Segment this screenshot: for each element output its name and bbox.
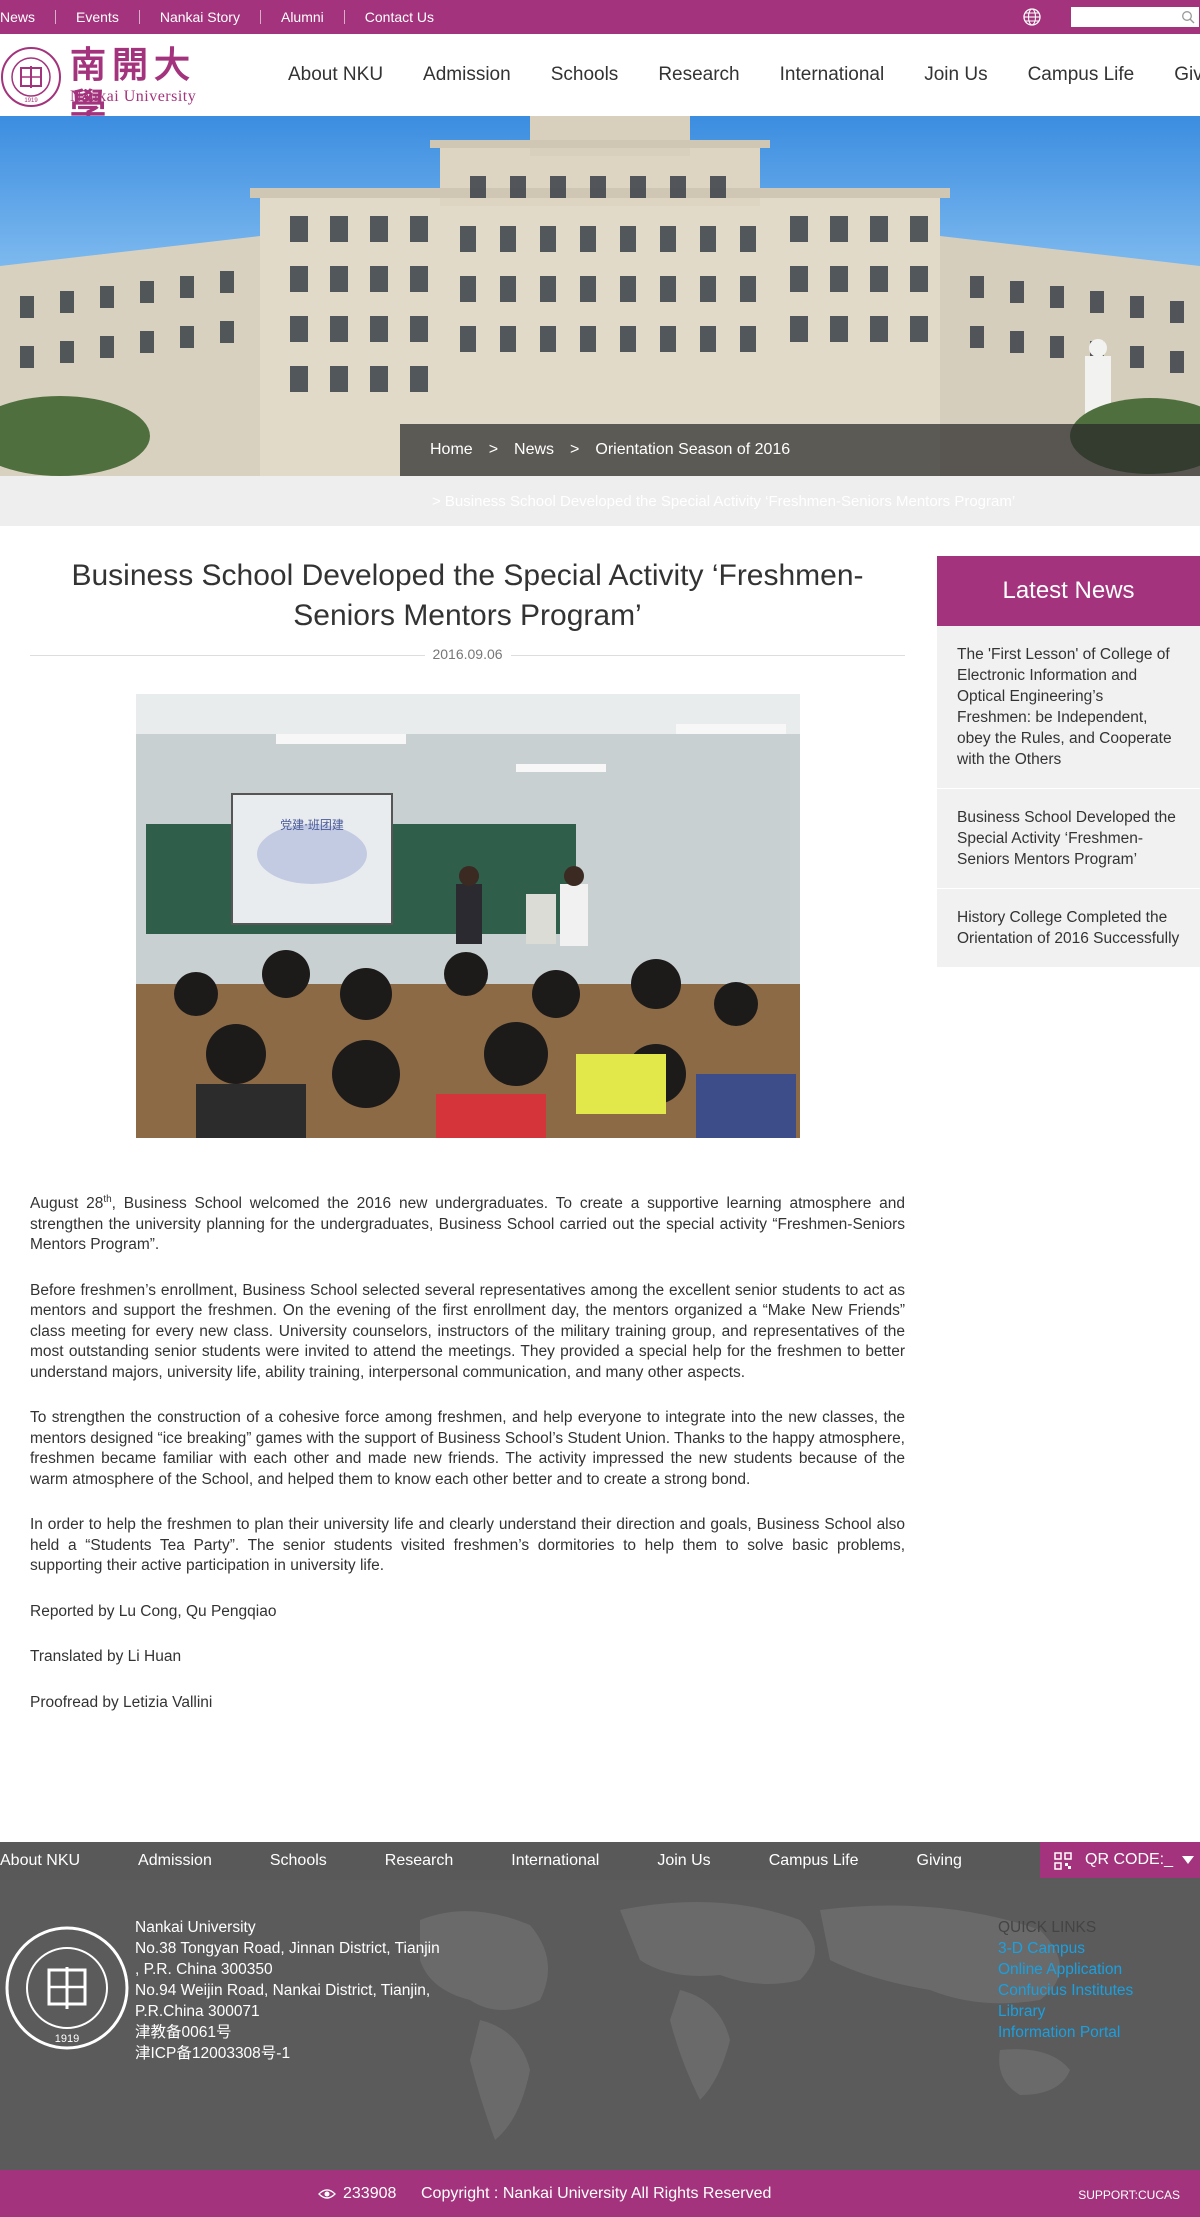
article-paragraph: August 28th, Business School welcomed th… bbox=[30, 1194, 905, 1256]
latest-news-item[interactable]: Business School Developed the Special Ac… bbox=[937, 789, 1200, 889]
breadcrumb: Home > News > Orientation Season of 2016 bbox=[400, 424, 1200, 476]
footer-info: 1919 Nankai University No.38 Tongyan Roa… bbox=[0, 1880, 1200, 2170]
copyright-text: Copyright : Nankai University All Rights… bbox=[421, 2185, 772, 2202]
article-photo: 党建·班团建 bbox=[136, 694, 800, 1138]
quick-link-online-application[interactable]: Online Application bbox=[998, 1959, 1133, 1980]
breadcrumb-current: > Business School Developed the Special … bbox=[432, 493, 1016, 510]
university-seal-logo: 1919 bbox=[1, 47, 61, 107]
article-paragraph: Before freshmen’s enrollment, Business S… bbox=[30, 1281, 905, 1381]
ordinal-suffix: th bbox=[103, 1193, 112, 1205]
article-date: 2016.09.06 bbox=[424, 646, 511, 662]
address-line: No.38 Tongyan Road, Jinnan District, Tia… bbox=[135, 1940, 440, 1957]
quick-link-information-portal[interactable]: Information Portal bbox=[998, 2022, 1133, 2043]
seal-year: 1919 bbox=[24, 98, 38, 104]
nav-giving[interactable]: Giving bbox=[1174, 64, 1200, 86]
paragraph-text: August 28 bbox=[30, 1195, 104, 1212]
footer-seal-year: 1919 bbox=[55, 2033, 79, 2045]
translated-by: Translated by Li Huan bbox=[30, 1648, 182, 1665]
nav-international[interactable]: International bbox=[780, 64, 885, 86]
support-credit[interactable]: SUPPORT:CUCAS bbox=[1078, 2188, 1180, 2202]
article-date-bar: 2016.09.06 bbox=[30, 646, 905, 664]
address-line: 津教备0061号 bbox=[135, 2024, 232, 2041]
article-paragraph: To strengthen the construction of a cohe… bbox=[30, 1409, 905, 1488]
chevron-down-icon bbox=[1182, 1856, 1194, 1864]
reported-by: Reported by Lu Cong, Qu Pengqiao bbox=[30, 1602, 277, 1620]
nav-about-nku[interactable]: About NKU bbox=[288, 64, 383, 86]
quick-link-confucius-institutes[interactable]: Confucius Institutes bbox=[998, 1980, 1133, 2001]
breadcrumb-news[interactable]: News bbox=[514, 441, 554, 459]
qr-code-icon bbox=[1054, 1852, 1072, 1870]
quick-links-title: QUICK LINKS bbox=[998, 1919, 1097, 1936]
footer-nav-giving[interactable]: Giving bbox=[917, 1852, 962, 1870]
address-line: Nankai University bbox=[135, 1919, 256, 1936]
breadcrumb-current-row: > Business School Developed the Special … bbox=[0, 476, 1200, 526]
footer-nav-join-us[interactable]: Join Us bbox=[657, 1852, 710, 1870]
latest-news-title: Latest News bbox=[937, 556, 1200, 626]
campus-building-illustration bbox=[0, 116, 1200, 476]
article-title: Business School Developed the Special Ac… bbox=[71, 559, 864, 632]
paragraph-text: , Business School welcomed the 2016 new … bbox=[30, 1195, 905, 1253]
proofread-by: Proofread by Letizia Vallini bbox=[30, 1693, 213, 1711]
top-link-alumni[interactable]: Alumni bbox=[261, 10, 345, 24]
top-link-contact-us[interactable]: Contact Us bbox=[345, 10, 454, 24]
address-line: 津ICP备12003308号-1 bbox=[135, 2045, 291, 2062]
main-navigation: About NKU Admission Schools Research Int… bbox=[288, 34, 1200, 116]
projector-screen-text: 党建·班团建 bbox=[280, 817, 344, 832]
article-paragraph: In order to help the freshmen to plan th… bbox=[30, 1516, 905, 1574]
footer-nav-campus-life[interactable]: Campus Life bbox=[769, 1852, 859, 1870]
top-links: News Events Nankai Story Alumni Contact … bbox=[0, 0, 454, 34]
footer-nav-admission[interactable]: Admission bbox=[138, 1852, 212, 1870]
qr-code-dropdown[interactable]: QR CODE:_ bbox=[1040, 1842, 1200, 1878]
footer-navigation: About NKU Admission Schools Research Int… bbox=[0, 1842, 1200, 1880]
logo-english-name: Nankai University bbox=[70, 88, 197, 105]
article-body: August 28th, Business School welcomed th… bbox=[30, 1194, 905, 1738]
footer-address: Nankai University No.38 Tongyan Road, Ji… bbox=[135, 1917, 440, 2064]
nav-join-us[interactable]: Join Us bbox=[924, 64, 987, 86]
latest-news-sidebar: Latest News The 'First Lesson' of Colleg… bbox=[937, 556, 1200, 968]
quick-link-3d-campus[interactable]: 3-D Campus bbox=[998, 1938, 1133, 1959]
breadcrumb-separator: > bbox=[488, 441, 499, 458]
top-link-nankai-story[interactable]: Nankai Story bbox=[140, 10, 261, 24]
latest-news-item[interactable]: History College Completed the Orientatio… bbox=[937, 889, 1200, 968]
university-logo[interactable]: 1919 南開大學 Nankai University bbox=[0, 44, 215, 128]
address-line: P.R.China 300071 bbox=[135, 2003, 260, 2020]
nav-admission[interactable]: Admission bbox=[423, 64, 511, 86]
footer-nav-about-nku[interactable]: About NKU bbox=[0, 1852, 80, 1870]
address-line: , P.R. China 300350 bbox=[135, 1961, 273, 1978]
search-input[interactable] bbox=[1071, 7, 1171, 27]
footer-university-seal: 1919 bbox=[5, 1926, 129, 2050]
language-globe-icon[interactable] bbox=[1022, 7, 1042, 27]
footer-bottom-bar: 233908 Copyright : Nankai University All… bbox=[0, 2170, 1200, 2217]
footer-nav-schools[interactable]: Schools bbox=[270, 1852, 327, 1870]
footer-nav-research[interactable]: Research bbox=[385, 1852, 453, 1870]
address-line: No.94 Weijin Road, Nankai District, Tian… bbox=[135, 1982, 431, 1999]
classroom-photo-illustration: 党建·班团建 bbox=[136, 694, 800, 1138]
article: Business School Developed the Special Ac… bbox=[30, 556, 905, 1711]
footer-links: About NKU Admission Schools Research Int… bbox=[0, 1842, 1020, 1880]
breadcrumb-section[interactable]: Orientation Season of 2016 bbox=[595, 441, 790, 459]
footer-nav-international[interactable]: International bbox=[511, 1852, 599, 1870]
top-link-news[interactable]: News bbox=[0, 10, 57, 24]
visits-eye-icon bbox=[318, 2189, 336, 2199]
quick-links: QUICK LINKS 3-D Campus Online Applicatio… bbox=[998, 1917, 1133, 2043]
breadcrumb-home[interactable]: Home bbox=[430, 441, 473, 459]
hero-banner-image: Home > News > Orientation Season of 2016 bbox=[0, 116, 1200, 476]
search-box bbox=[1071, 7, 1199, 27]
breadcrumb-separator: > bbox=[570, 441, 580, 458]
latest-news-item[interactable]: The 'First Lesson' of College of Electro… bbox=[937, 626, 1200, 789]
top-link-events[interactable]: Events bbox=[56, 10, 140, 24]
search-icon[interactable] bbox=[1181, 10, 1195, 24]
qr-code-label: QR CODE:_ bbox=[1085, 1851, 1174, 1868]
quick-link-library[interactable]: Library bbox=[998, 2001, 1133, 2022]
visit-counter: 233908 bbox=[343, 2185, 397, 2202]
top-utility-bar: News Events Nankai Story Alumni Contact … bbox=[0, 0, 1200, 34]
nav-schools[interactable]: Schools bbox=[551, 64, 619, 86]
nav-campus-life[interactable]: Campus Life bbox=[1028, 64, 1135, 86]
site-header: 1919 南開大學 Nankai University About NKU Ad… bbox=[0, 34, 1200, 128]
nav-research[interactable]: Research bbox=[658, 64, 739, 86]
